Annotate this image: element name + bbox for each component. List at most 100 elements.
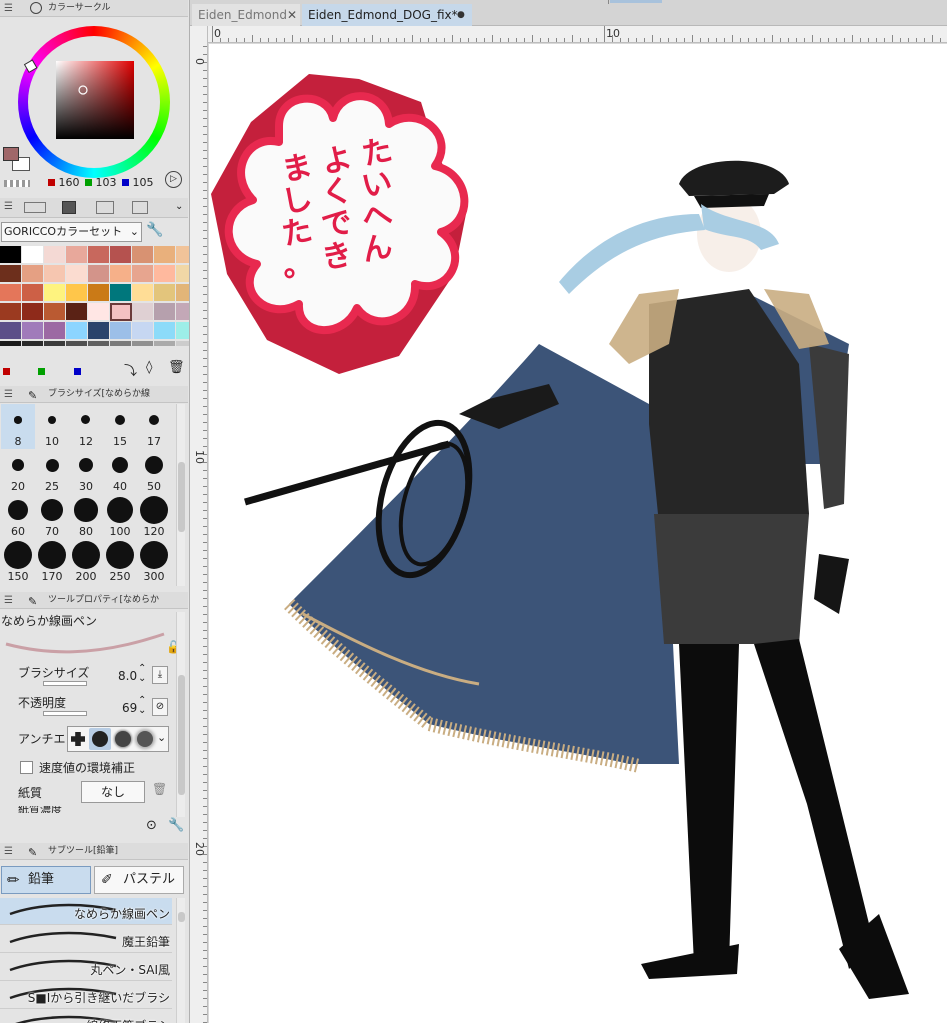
color-swatch[interactable] — [22, 303, 44, 321]
wrench-icon[interactable]: 🔧 — [146, 222, 163, 238]
play-icon[interactable]: ▷ — [165, 171, 182, 188]
color-swatch[interactable] — [88, 303, 110, 321]
color-swatch[interactable] — [88, 246, 110, 264]
brush-size-preset[interactable]: 80 — [69, 494, 103, 539]
color-swatch[interactable] — [154, 265, 176, 283]
opacity-pressure-icon[interactable]: ⊘ — [152, 698, 168, 716]
subtool-group-pastel[interactable]: ✐ パステル — [94, 866, 184, 894]
brush-size-preset[interactable]: 50 — [137, 449, 171, 494]
panel-menu-icon[interactable]: ☰ — [4, 0, 13, 16]
color-swatch[interactable] — [110, 322, 132, 340]
color-swatch[interactable] — [0, 246, 22, 264]
wrench-icon[interactable]: 🔧 — [168, 818, 184, 833]
brush-size-preset[interactable]: 30 — [69, 449, 103, 494]
panel-menu-icon[interactable]: ☰ — [4, 386, 13, 402]
subtool-title-bar[interactable]: ☰ ✎ サブツール[鉛筆] — [0, 843, 188, 860]
color-swatch[interactable] — [66, 265, 88, 283]
paper-selector[interactable]: なし — [81, 781, 145, 803]
color-swatch[interactable] — [66, 322, 88, 340]
subtool-item[interactable]: 魔王鉛筆 — [0, 926, 172, 953]
color-swatch[interactable] — [22, 322, 44, 340]
chevron-down-icon[interactable]: ⌄ — [157, 731, 166, 744]
color-circle-title-bar[interactable]: ☰ カラーサークル — [0, 0, 188, 17]
color-swatch[interactable] — [22, 265, 44, 283]
color-swatch[interactable] — [154, 303, 176, 321]
antialias-strong-icon[interactable] — [137, 731, 153, 747]
tool-property-title-bar[interactable]: ☰ ✎ ツールプロパティ[なめらか — [0, 592, 188, 609]
subtool-item[interactable]: 線修正筆ブラシ — [0, 1010, 172, 1023]
opacity-value[interactable]: 69 — [122, 701, 137, 715]
brush-size-preset[interactable]: 300 — [137, 539, 171, 584]
brush-size-preset[interactable]: 8 — [1, 404, 35, 449]
antialias-selector[interactable]: ⌄ — [67, 726, 169, 752]
close-icon[interactable]: ✕ — [287, 4, 297, 26]
color-swatch[interactable] — [66, 303, 88, 321]
color-set-tabs[interactable]: ☰ ⌄ — [0, 198, 188, 218]
brush-size-preset[interactable]: 120 — [137, 494, 171, 539]
color-swatch[interactable] — [0, 265, 22, 283]
subtool-item[interactable]: S■Iから引き継いだブラシ — [0, 982, 172, 1009]
brush-size-preset[interactable]: 12 — [69, 404, 103, 449]
opacity-slider[interactable] — [43, 711, 87, 716]
brush-size-preset[interactable]: 40 — [103, 449, 137, 494]
brush-size-scrollbar[interactable] — [176, 404, 185, 586]
color-swatch[interactable] — [154, 246, 176, 264]
antialias-medium-icon[interactable] — [115, 731, 131, 747]
color-swatch[interactable] — [0, 284, 22, 302]
color-swatch[interactable] — [154, 284, 176, 302]
reset-icon[interactable]: ⊙ — [146, 818, 157, 833]
brush-size-preset[interactable]: 170 — [35, 539, 69, 584]
spin-arrows-icon[interactable]: ⌃ ⌄ — [138, 696, 146, 716]
color-swatch[interactable] — [154, 322, 176, 340]
chevron-down-icon[interactable]: ⌄ — [175, 200, 187, 214]
subtool-item[interactable]: なめらか線画ペン — [0, 898, 172, 925]
trash-icon[interactable]: 🗑 — [168, 360, 185, 375]
color-swatch[interactable] — [44, 341, 66, 347]
color-swatch[interactable] — [176, 322, 189, 340]
color-swatch[interactable] — [44, 322, 66, 340]
color-set-tab-icon[interactable] — [62, 201, 76, 214]
color-swatch[interactable] — [66, 246, 88, 264]
color-swatch[interactable] — [132, 322, 154, 340]
color-swatch[interactable] — [66, 284, 88, 302]
color-swatch[interactable] — [88, 341, 110, 347]
replace-color-icon[interactable]: ⤵ — [124, 360, 137, 379]
color-swatch[interactable] — [44, 265, 66, 283]
brush-size-preset[interactable]: 250 — [103, 539, 137, 584]
brush-size-title-bar[interactable]: ☰ ✎ ブラシサイズ[なめらか線 — [0, 386, 188, 403]
color-swatch[interactable] — [22, 284, 44, 302]
document-tab-2[interactable]: Eiden_Edmond_DOG_fix* ● — [302, 4, 472, 26]
brush-size-preset[interactable]: 150 — [1, 539, 35, 584]
subtool-scrollbar[interactable] — [176, 898, 185, 1023]
color-swatch[interactable] — [0, 303, 22, 321]
color-swatch[interactable] — [22, 246, 44, 264]
color-wheel[interactable] — [14, 22, 174, 182]
color-swatch[interactable] — [132, 265, 154, 283]
color-swatch[interactable] — [110, 284, 132, 302]
color-set-selector[interactable]: GORICCOカラーセット ⌄ — [1, 222, 142, 242]
color-swatch[interactable] — [0, 322, 22, 340]
intermediate-color-tab-icon[interactable] — [96, 201, 114, 214]
color-swatch[interactable] — [154, 341, 176, 347]
color-swatch[interactable] — [88, 265, 110, 283]
color-swatch[interactable] — [110, 341, 132, 347]
transparent-color-swatch[interactable] — [4, 180, 30, 187]
color-swatch[interactable] — [176, 265, 189, 283]
panel-menu-icon[interactable]: ☰ — [4, 198, 13, 215]
brush-size-preset[interactable]: 200 — [69, 539, 103, 584]
unsaved-dot-icon[interactable]: ● — [457, 4, 465, 26]
color-swatch[interactable] — [132, 341, 154, 347]
subtool-group-pencil[interactable]: ✏ 鉛筆 — [1, 866, 91, 894]
pen-pressure-icon[interactable]: ⤓ — [152, 666, 168, 684]
color-swatch[interactable] — [132, 246, 154, 264]
document-tab-1[interactable]: Eiden_Edmond ✕ — [192, 4, 300, 26]
tool-property-scrollbar[interactable] — [176, 612, 185, 817]
add-color-icon[interactable]: ◊ — [146, 360, 152, 375]
color-swatch[interactable] — [110, 303, 132, 321]
color-swatch[interactable] — [132, 284, 154, 302]
brush-size-preset[interactable]: 60 — [1, 494, 35, 539]
color-swatch[interactable] — [66, 341, 88, 347]
brush-size-preset[interactable]: 70 — [35, 494, 69, 539]
color-swatch[interactable] — [176, 303, 189, 321]
color-swatch[interactable] — [176, 284, 189, 302]
